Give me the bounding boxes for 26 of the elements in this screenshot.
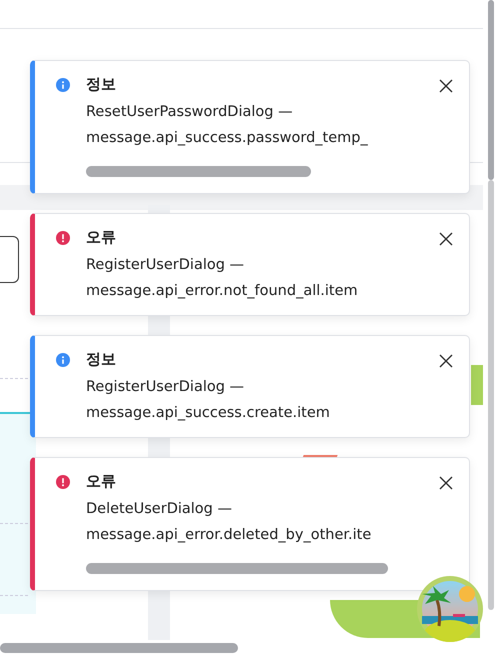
close-icon[interactable] (439, 476, 453, 490)
close-icon[interactable] (439, 79, 453, 93)
horizontal-scrollbar[interactable] (0, 643, 238, 653)
toast-message: message.api_success.password_temp_ (86, 130, 368, 146)
toast-message: message.api_error.deleted_by_other.ite (86, 527, 372, 543)
toast-message: message.api_error.not_found_all.item (86, 283, 358, 299)
toast-source: RegisterUserDialog — (86, 379, 244, 395)
info-icon (56, 78, 70, 92)
toast-message: message.api_success.create.item (86, 405, 330, 421)
toast-title: 오류 (86, 228, 117, 247)
close-icon[interactable] (439, 232, 453, 246)
scrollbar-thumb[interactable] (86, 166, 311, 177)
scrollbar-thumb[interactable] (86, 563, 388, 574)
toast-title: 정보 (86, 75, 117, 94)
alert-icon (56, 475, 70, 489)
pie-slice (471, 365, 483, 405)
toast-title: 오류 (86, 472, 117, 491)
toast-source: ResetUserPasswordDialog — (86, 104, 293, 120)
button-outline[interactable] (0, 236, 19, 283)
alert-icon (56, 231, 70, 245)
toast-title: 정보 (86, 350, 117, 369)
vertical-scrollbar[interactable] (488, 0, 494, 180)
close-icon[interactable] (439, 354, 453, 368)
toast-source: RegisterUserDialog — (86, 257, 244, 273)
toast-source: DeleteUserDialog — (86, 501, 232, 517)
info-icon (56, 353, 70, 367)
